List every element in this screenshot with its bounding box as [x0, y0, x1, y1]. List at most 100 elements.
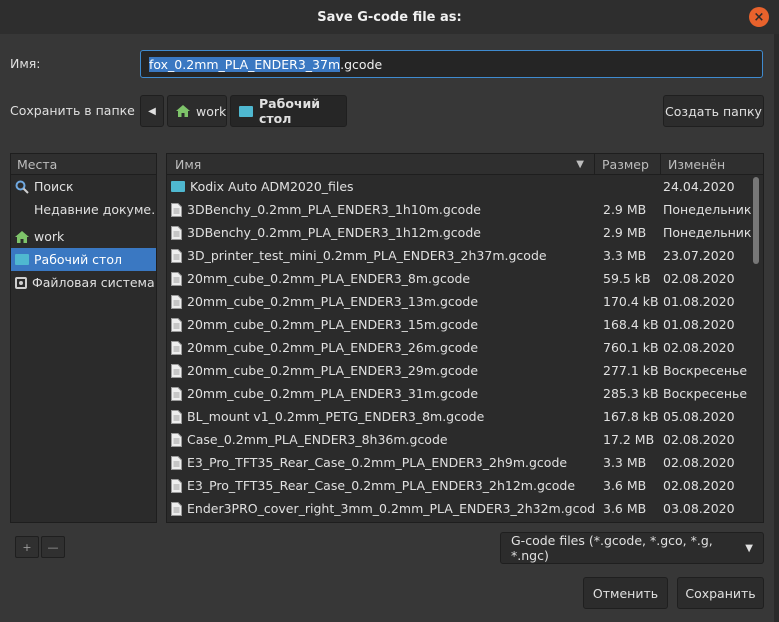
filename-extension-text: .gcode [340, 56, 383, 72]
file-icon [171, 340, 182, 355]
file-name-cell: Ender3PRO_cover_right_3mm_0.2mm_PLA_ENDE… [167, 501, 595, 516]
search-icon [15, 180, 29, 194]
file-modified-cell: 23.07.2020 [663, 248, 735, 263]
places-panel: Места Поиск Недавние докуме… work Рабочи… [10, 153, 157, 523]
file-type-filter-value: G-code files (*.gcode, *.gco, *.g, *.ngc… [511, 533, 713, 563]
file-name-cell: E3_Pro_TFT35_Rear_Case_0.2mm_PLA_ENDER3_… [167, 455, 595, 470]
file-row[interactable]: 20mm_cube_0.2mm_PLA_ENDER3_31m.gcode 285.… [167, 382, 763, 405]
file-modified-cell: 05.08.2020 [663, 409, 735, 424]
window-title: Save G-code file as: [317, 9, 462, 25]
file-icon [171, 294, 182, 309]
places-item-label: work [34, 229, 65, 244]
file-name-text: E3_Pro_TFT35_Rear_Case_0.2mm_PLA_ENDER3_… [187, 478, 576, 493]
window-edge [774, 34, 779, 622]
file-row[interactable]: 3DBenchy_0.2mm_PLA_ENDER3_1h12m.gcode 2.9… [167, 221, 763, 244]
file-modified-cell: 01.08.2020 [663, 317, 735, 332]
file-icon [171, 455, 182, 470]
file-icon [171, 317, 182, 332]
file-name-text: BL_mount v1_0.2mm_PETG_ENDER3_8m.gcode [187, 409, 485, 424]
column-header-size[interactable]: Размер [595, 154, 661, 174]
file-row[interactable]: Ender3PRO_cover_right_3mm_0.2mm_PLA_ENDE… [167, 497, 763, 520]
remove-place-button[interactable]: — [41, 536, 65, 558]
file-row[interactable]: BL_mount v1_0.2mm_PETG_ENDER3_8m.gcode 16… [167, 405, 763, 428]
places-item-work[interactable]: work [11, 225, 156, 248]
file-icon [171, 202, 182, 217]
file-row[interactable]: 20mm_cube_0.2mm_PLA_ENDER3_26m.gcode 760.… [167, 336, 763, 359]
file-size-cell: 3.6 MB [603, 501, 647, 516]
file-name-cell: 20mm_cube_0.2mm_PLA_ENDER3_26m.gcode [167, 340, 595, 355]
home-icon [15, 230, 29, 243]
path-crumb-label: work [196, 103, 227, 119]
folder-icon [171, 181, 185, 192]
file-icon [171, 409, 182, 424]
file-row[interactable]: 20mm_cube_0.2mm_PLA_ENDER3_29m.gcode 277.… [167, 359, 763, 382]
file-row[interactable]: E3_Pro_TFT35_Rear_Case_0.2mm_PLA_ENDER3_… [167, 474, 763, 497]
close-button[interactable]: × [749, 7, 769, 27]
file-row[interactable]: 3DBenchy_0.2mm_PLA_ENDER3_1h10m.gcode 2.9… [167, 198, 763, 221]
file-size-cell: 168.4 kB [603, 317, 659, 332]
file-type-filter-select[interactable]: G-code files (*.gcode, *.gco, *.g, *.ngc… [500, 532, 764, 564]
add-place-button[interactable]: + [15, 536, 39, 558]
sort-descending-icon: ▼ [576, 158, 584, 170]
column-header-name[interactable]: Имя ▼ [167, 154, 595, 174]
file-name-cell: 3D_printer_test_mini_0.2mm_PLA_ENDER3_2h… [167, 248, 595, 263]
save-button[interactable]: Сохранить [677, 577, 764, 609]
file-modified-cell: 02.08.2020 [663, 432, 735, 447]
file-list-scrollbar[interactable] [753, 177, 759, 264]
places-item-desktop[interactable]: Рабочий стол [11, 248, 156, 271]
folder-icon [15, 254, 29, 265]
file-name-text: Kodix Auto ADM2020_files [190, 179, 354, 194]
path-crumb-work[interactable]: work [167, 95, 227, 127]
file-row[interactable]: 20mm_cube_0.2mm_PLA_ENDER3_15m.gcode 168.… [167, 313, 763, 336]
file-name-text: 3DBenchy_0.2mm_PLA_ENDER3_1h10m.gcode [187, 202, 481, 217]
file-list[interactable]: Имя ▼ Размер Изменён Kodix Auto ADM2020_… [166, 153, 764, 523]
plus-icon: + [22, 540, 32, 554]
file-name-cell: 20mm_cube_0.2mm_PLA_ENDER3_13m.gcode [167, 294, 595, 309]
chevron-left-icon: ◀ [148, 105, 156, 117]
file-name-text: E3_Pro_TFT35_Rear_Case_0.2mm_PLA_ENDER3_… [187, 455, 568, 470]
file-row[interactable]: 20mm_cube_0.2mm_PLA_ENDER3_13m.gcode 170.… [167, 290, 763, 313]
file-name-text: Ender3PRO_cover_right_3mm_0.2mm_PLA_ENDE… [187, 501, 595, 516]
folder-row[interactable]: Kodix Auto ADM2020_files 24.04.2020 [167, 175, 763, 198]
file-icon [171, 432, 182, 447]
file-name-cell: BL_mount v1_0.2mm_PETG_ENDER3_8m.gcode [167, 409, 595, 424]
minus-icon: — [47, 540, 59, 554]
cancel-button[interactable]: Отменить [583, 577, 668, 609]
places-item-label: Рабочий стол [34, 252, 122, 267]
file-size-cell: 2.9 MB [603, 225, 647, 240]
file-icon [171, 248, 182, 263]
file-icon [171, 225, 182, 240]
file-size-cell: 59.5 kB [603, 271, 651, 286]
file-row[interactable]: E3_Pro_TFT35_Rear_Case_0.2mm_PLA_ENDER3_… [167, 451, 763, 474]
file-icon [171, 271, 182, 286]
column-header-modified[interactable]: Изменён [661, 157, 725, 172]
create-folder-button[interactable]: Создать папку [663, 95, 764, 127]
file-name-cell: 3DBenchy_0.2mm_PLA_ENDER3_1h12m.gcode [167, 225, 595, 240]
file-icon [171, 478, 182, 493]
close-icon: × [753, 9, 765, 25]
places-item-filesystem[interactable]: Файловая система [11, 271, 156, 294]
file-modified-cell: 03.08.2020 [663, 501, 735, 516]
file-size-cell: 3.6 MB [603, 478, 647, 493]
places-item-label: Поиск [34, 179, 74, 194]
file-modified-cell: 02.08.2020 [663, 340, 735, 355]
file-name-text: Case_0.2mm_PLA_ENDER3_8h36m.gcode [187, 432, 448, 447]
file-size-cell: 277.1 kB [603, 363, 659, 378]
path-crumb-desktop[interactable]: Рабочий стол [230, 95, 347, 127]
filename-input[interactable]: fox_0.2mm_PLA_ENDER3_37m .gcode [140, 50, 763, 78]
file-name-text: 20mm_cube_0.2mm_PLA_ENDER3_31m.gcode [187, 386, 479, 401]
file-size-cell: 3.3 MB [603, 248, 647, 263]
file-modified-cell: Воскресенье [663, 363, 748, 378]
places-item-recent[interactable]: Недавние докуме… [11, 198, 156, 221]
file-row[interactable]: 3D_printer_test_mini_0.2mm_PLA_ENDER3_2h… [167, 244, 763, 267]
places-controls: + — [10, 534, 157, 560]
path-back-button[interactable]: ◀ [140, 95, 164, 127]
file-size-cell: 17.2 MB [603, 432, 655, 447]
places-item-search[interactable]: Поиск [11, 175, 156, 198]
file-size-cell: 167.8 kB [603, 409, 659, 424]
file-row[interactable]: 20mm_cube_0.2mm_PLA_ENDER3_8m.gcode 59.5 … [167, 267, 763, 290]
file-row[interactable]: Case_0.2mm_PLA_ENDER3_8h36m.gcode 17.2 MB… [167, 428, 763, 451]
file-modified-cell: 02.08.2020 [663, 455, 735, 470]
save-in-label: Сохранить в папке [10, 103, 135, 118]
file-modified-cell: 24.04.2020 [663, 179, 735, 194]
